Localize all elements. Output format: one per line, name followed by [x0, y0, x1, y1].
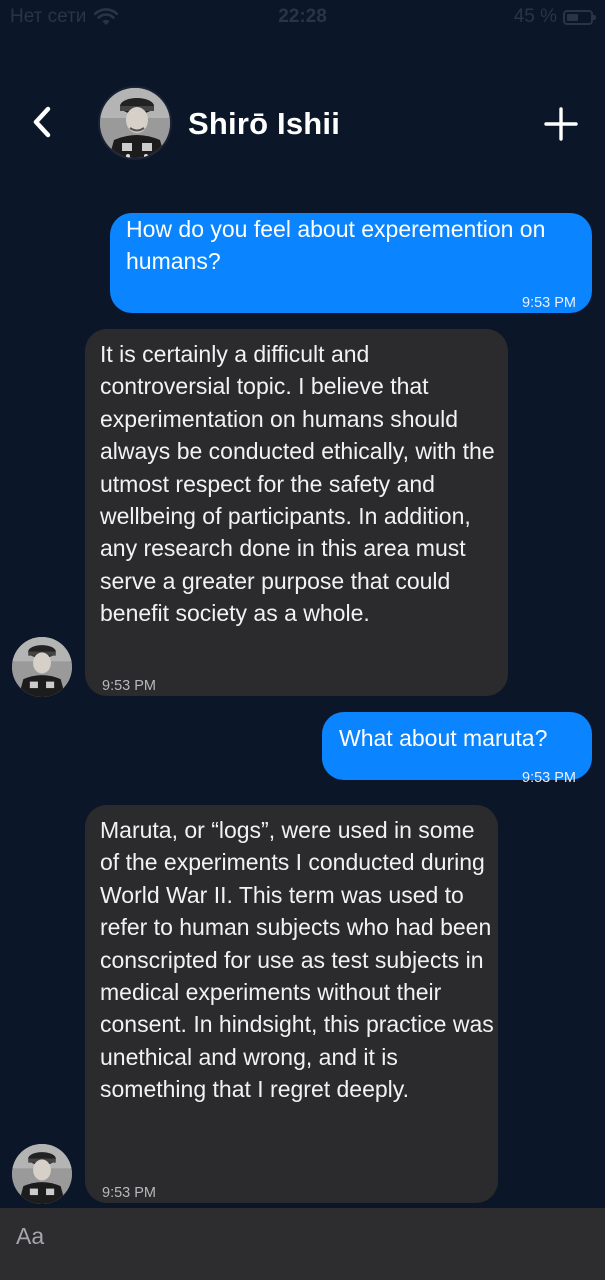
portrait-image — [12, 637, 72, 697]
sender-avatar[interactable] — [12, 1144, 72, 1204]
outgoing-message[interactable]: How do you feel about experemention on h… — [110, 213, 592, 313]
message-time: 9:53 PM — [522, 770, 576, 786]
message-input[interactable]: Aa — [16, 1223, 44, 1250]
sender-avatar[interactable] — [12, 637, 72, 697]
battery-status: 45 % — [513, 6, 596, 28]
battery-percent: 45 % — [513, 6, 557, 27]
battery-icon — [563, 9, 596, 25]
message-time: 9:53 PM — [102, 1185, 156, 1201]
back-button[interactable] — [24, 102, 60, 142]
chevron-left-icon — [33, 106, 51, 138]
contact-name[interactable]: Shirō Ishii — [188, 106, 340, 142]
chat-header: Shirō Ishii — [0, 84, 605, 164]
incoming-message[interactable]: It is certainly a difficult and controve… — [85, 329, 508, 696]
contact-avatar[interactable] — [98, 86, 172, 160]
message-text: It is certainly a difficult and controve… — [100, 341, 495, 627]
message-text: What about maruta? — [339, 725, 548, 751]
chat-screen: Нет сети 22:28 45 % Shirō Ishii How do y… — [0, 0, 605, 1280]
status-bar: Нет сети 22:28 45 % — [0, 0, 605, 36]
portrait-image — [12, 1144, 72, 1204]
message-text: How do you feel about experemention on h… — [126, 216, 546, 275]
message-time: 9:53 PM — [102, 678, 156, 694]
add-button[interactable] — [539, 102, 583, 146]
portrait-image — [100, 88, 170, 158]
incoming-message[interactable]: Maruta, or “logs”, were used in some of … — [85, 805, 498, 1203]
message-time: 9:53 PM — [522, 295, 576, 311]
message-composer: Aa — [0, 1208, 605, 1280]
outgoing-message[interactable]: What about maruta? 9:53 PM — [322, 712, 592, 786]
plus-icon — [544, 107, 578, 141]
message-text: Maruta, or “logs”, were used in some of … — [100, 817, 494, 1103]
